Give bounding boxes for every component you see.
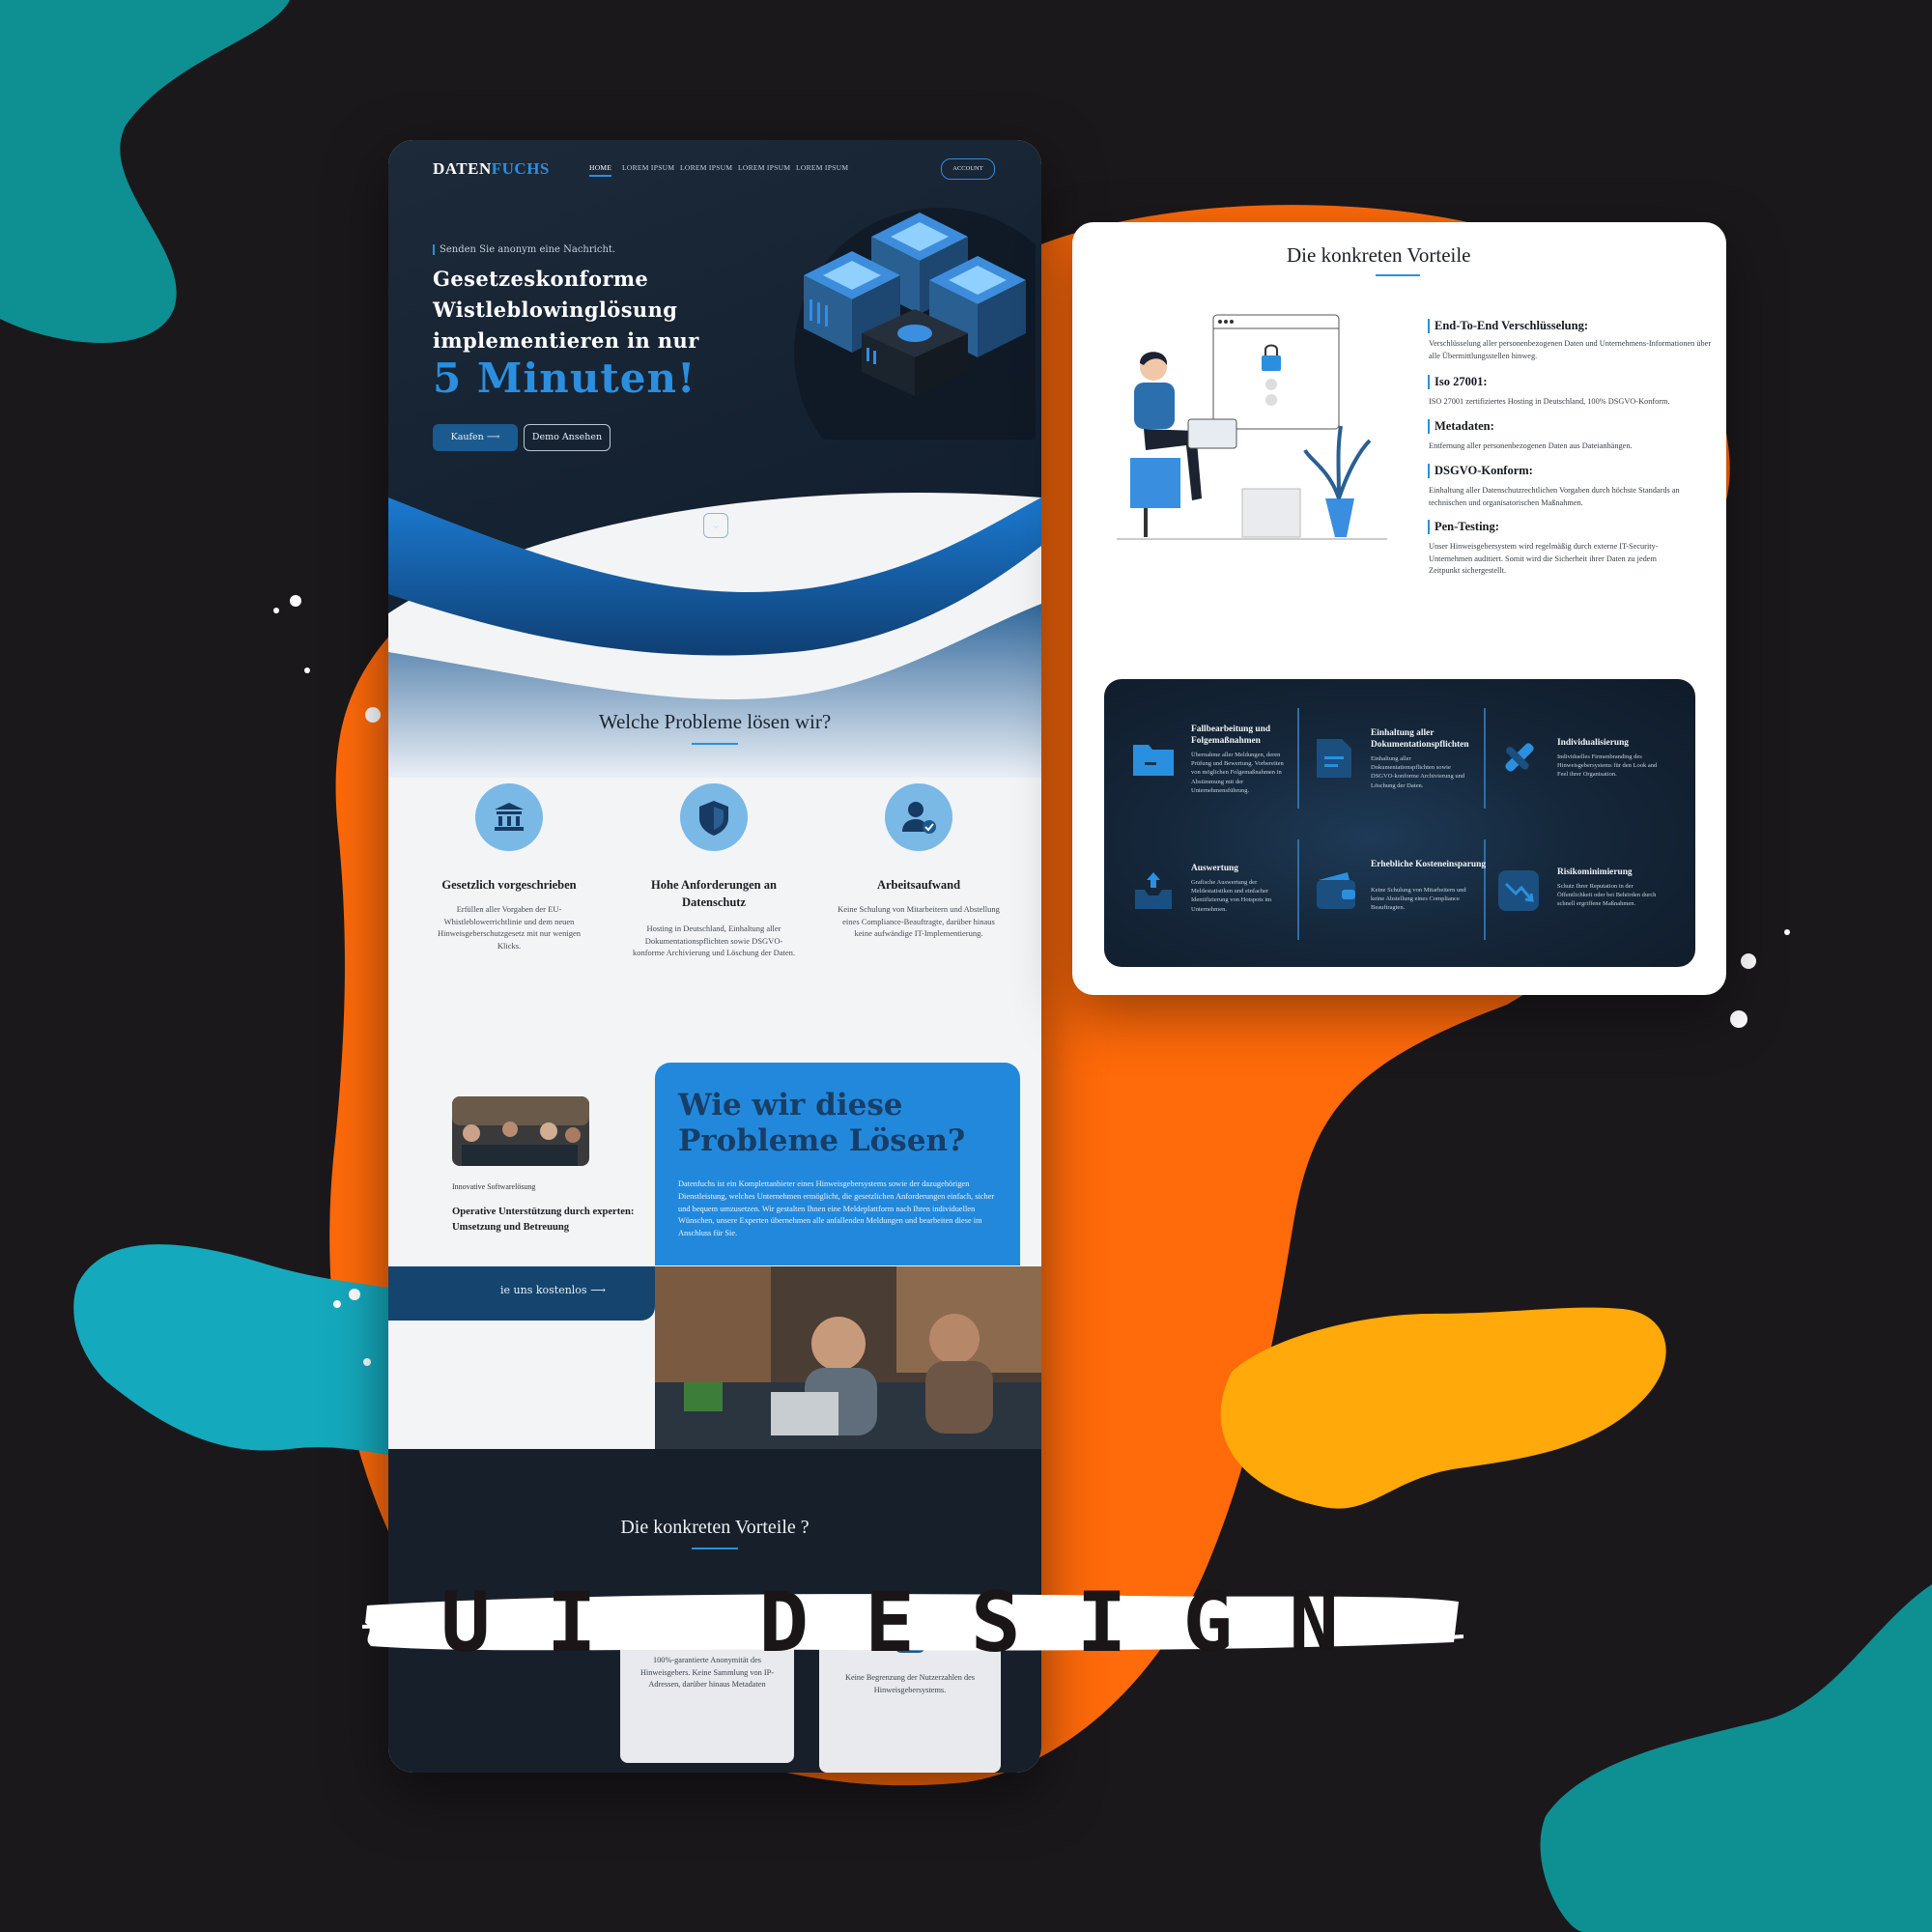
benefits-title: Die konkreten Vorteile <box>1287 243 1471 267</box>
panel-item-text: Keine Schulung von Mitarbeitern und kein… <box>1371 887 1466 912</box>
nav-home[interactable]: HOME <box>589 163 612 177</box>
chevron-down-icon: ⌄ <box>710 518 722 531</box>
demo-button[interactable]: Demo Ansehen <box>524 424 611 451</box>
hero-section: DATENFUCHS HOME LOREM IPSUM LOREM IPSUM … <box>388 140 1041 778</box>
feature-text: Unser Hinweisgebersystem wird regelmäßig… <box>1429 542 1659 575</box>
contact-cta-label: ie uns kostenlos ⟶ <box>500 1284 606 1296</box>
inbox-upload-icon <box>1135 872 1172 909</box>
feature-heading: DSGVO-Konform: <box>1428 464 1533 478</box>
title-underline <box>1376 274 1420 276</box>
problem-text: Keine Schulung von Mitarbeitern und Abst… <box>838 904 1000 938</box>
nav-item-4[interactable]: LOREM IPSUM <box>796 163 848 172</box>
scroll-down-button[interactable]: ⌄ <box>703 513 728 538</box>
hero-highlight: 5 Minuten! <box>433 355 696 402</box>
title-underline <box>692 743 738 745</box>
hero-title-line: Gesetzeskonforme <box>433 267 649 291</box>
problem-text: Erfüllen aller Vorgaben der EU-Whistlebl… <box>438 904 581 951</box>
panel-item-title: Auswertung <box>1191 864 1238 873</box>
feature-text: Einhaltung aller Datenschutzrechtlichen … <box>1429 486 1680 507</box>
panel-item-title: Einhaltung aller Dokumentationspflichten <box>1371 728 1469 750</box>
user-check-icon <box>885 783 952 851</box>
feature-heading: Iso 27001: <box>1428 375 1488 389</box>
buy-button[interactable]: Kaufen ⟶ <box>433 424 518 451</box>
brush-icon <box>1505 743 1534 772</box>
problems-title: Welche Probleme lösen wir? <box>598 710 832 733</box>
panel-divider <box>1297 839 1299 940</box>
hero-title-line: Wistleblowinglösung <box>433 298 678 322</box>
wallet-icon <box>1317 872 1355 909</box>
solution-subtitle: Operative Unterstützung durch experten: … <box>452 1207 635 1233</box>
features-panel: Fallbearbeitung und Folgemaßnahmen Übern… <box>1104 679 1695 967</box>
nav-item-2[interactable]: LOREM IPSUM <box>680 163 732 172</box>
feature-text: Entfernung aller personenbezogenen Daten… <box>1429 441 1633 450</box>
shield-icon <box>680 783 748 851</box>
woman-laptop-illustration <box>1117 314 1387 540</box>
contact-cta[interactable]: ie uns kostenlos ⟶ <box>388 1266 655 1321</box>
problem-heading: Hohe Anforderungen an Datenschutz <box>651 878 777 909</box>
vorteile-title: Die konkreten Vorteile ? <box>620 1517 810 1538</box>
solution-card-title: Wie wir diese Probleme Lösen? <box>678 1088 966 1158</box>
problem-text: Hosting in Deutschland, Einhaltung aller… <box>632 923 796 957</box>
benefits-page-mockup: Die konkreten Vorteile End-To-End Versch… <box>1072 222 1726 995</box>
feature-heading: Metadaten: <box>1428 419 1494 434</box>
panel-item-title: Fallbearbeitung und Folgemaßnahmen <box>1191 724 1271 746</box>
problem-heading: Gesetzlich vorgeschrieben <box>441 878 577 892</box>
panel-item-title: Individualisierung <box>1557 738 1629 748</box>
solution-card-text: Datenfuchs ist ein Komplettanbieter eine… <box>678 1179 995 1238</box>
panel-divider <box>1484 839 1486 940</box>
feature-heading: End-To-End Verschlüsselung: <box>1428 319 1588 333</box>
trend-down-icon <box>1498 870 1539 911</box>
nav-item-1[interactable]: LOREM IPSUM <box>622 163 674 172</box>
logo-text-fuchs: FUCHS <box>491 159 550 178</box>
hero-title-line: implementieren in nur <box>433 328 699 353</box>
feature-text: ISO 27001 zertifiziertes Hosting in Deut… <box>1429 397 1670 406</box>
server-illustration <box>794 208 1036 440</box>
panel-item-text: Übernahme aller Meldungen, deren Prüfung… <box>1191 752 1284 794</box>
panel-item-text: Schutz Ihrer Reputation in der Öffentlic… <box>1557 883 1657 908</box>
nav-item-3[interactable]: LOREM IPSUM <box>738 163 790 172</box>
hero-title: Gesetzeskonforme Wistleblowinglösung imp… <box>433 264 713 356</box>
logo[interactable]: DATENFUCHS <box>433 159 550 179</box>
hero-eyebrow: Senden Sie anonym eine Nachricht. <box>433 244 615 255</box>
problem-heading: Arbeitsaufwand <box>876 878 961 892</box>
solution-label: Innovative Softwarelösung <box>452 1182 536 1191</box>
panel-item-text: Einhaltung aller Dokumentationspflichten… <box>1371 755 1465 789</box>
account-button[interactable]: ACCOUNT <box>941 158 995 180</box>
panel-item-title: Erhebliche Kosteneinsparung <box>1371 860 1487 869</box>
panel-divider <box>1484 708 1486 809</box>
office-photo <box>655 1266 1041 1450</box>
document-icon <box>1317 739 1351 778</box>
solution-card: Wie wir diese Probleme Lösen? Datenfuchs… <box>655 1063 1020 1265</box>
title-underline <box>692 1548 738 1549</box>
panel-item-text: Grafische Auswertung der Meldestatistike… <box>1191 879 1272 913</box>
panel-item-title: Risikominimierung <box>1557 867 1633 877</box>
ui-design-banner: UI DESIGN <box>440 1575 1395 1671</box>
landing-page-mockup: DATENFUCHS HOME LOREM IPSUM LOREM IPSUM … <box>388 140 1041 1773</box>
team-photo-small <box>452 1096 589 1166</box>
feature-heading: Pen-Testing: <box>1428 520 1499 534</box>
bank-icon <box>475 783 543 851</box>
logo-text-daten: DATEN <box>433 159 492 178</box>
panel-item-text: Individuelles Firmenbranding des Hinweis… <box>1557 753 1658 779</box>
folder-icon <box>1133 745 1174 776</box>
feature-text: Verschlüsselung aller personenbezogenen … <box>1429 339 1712 360</box>
